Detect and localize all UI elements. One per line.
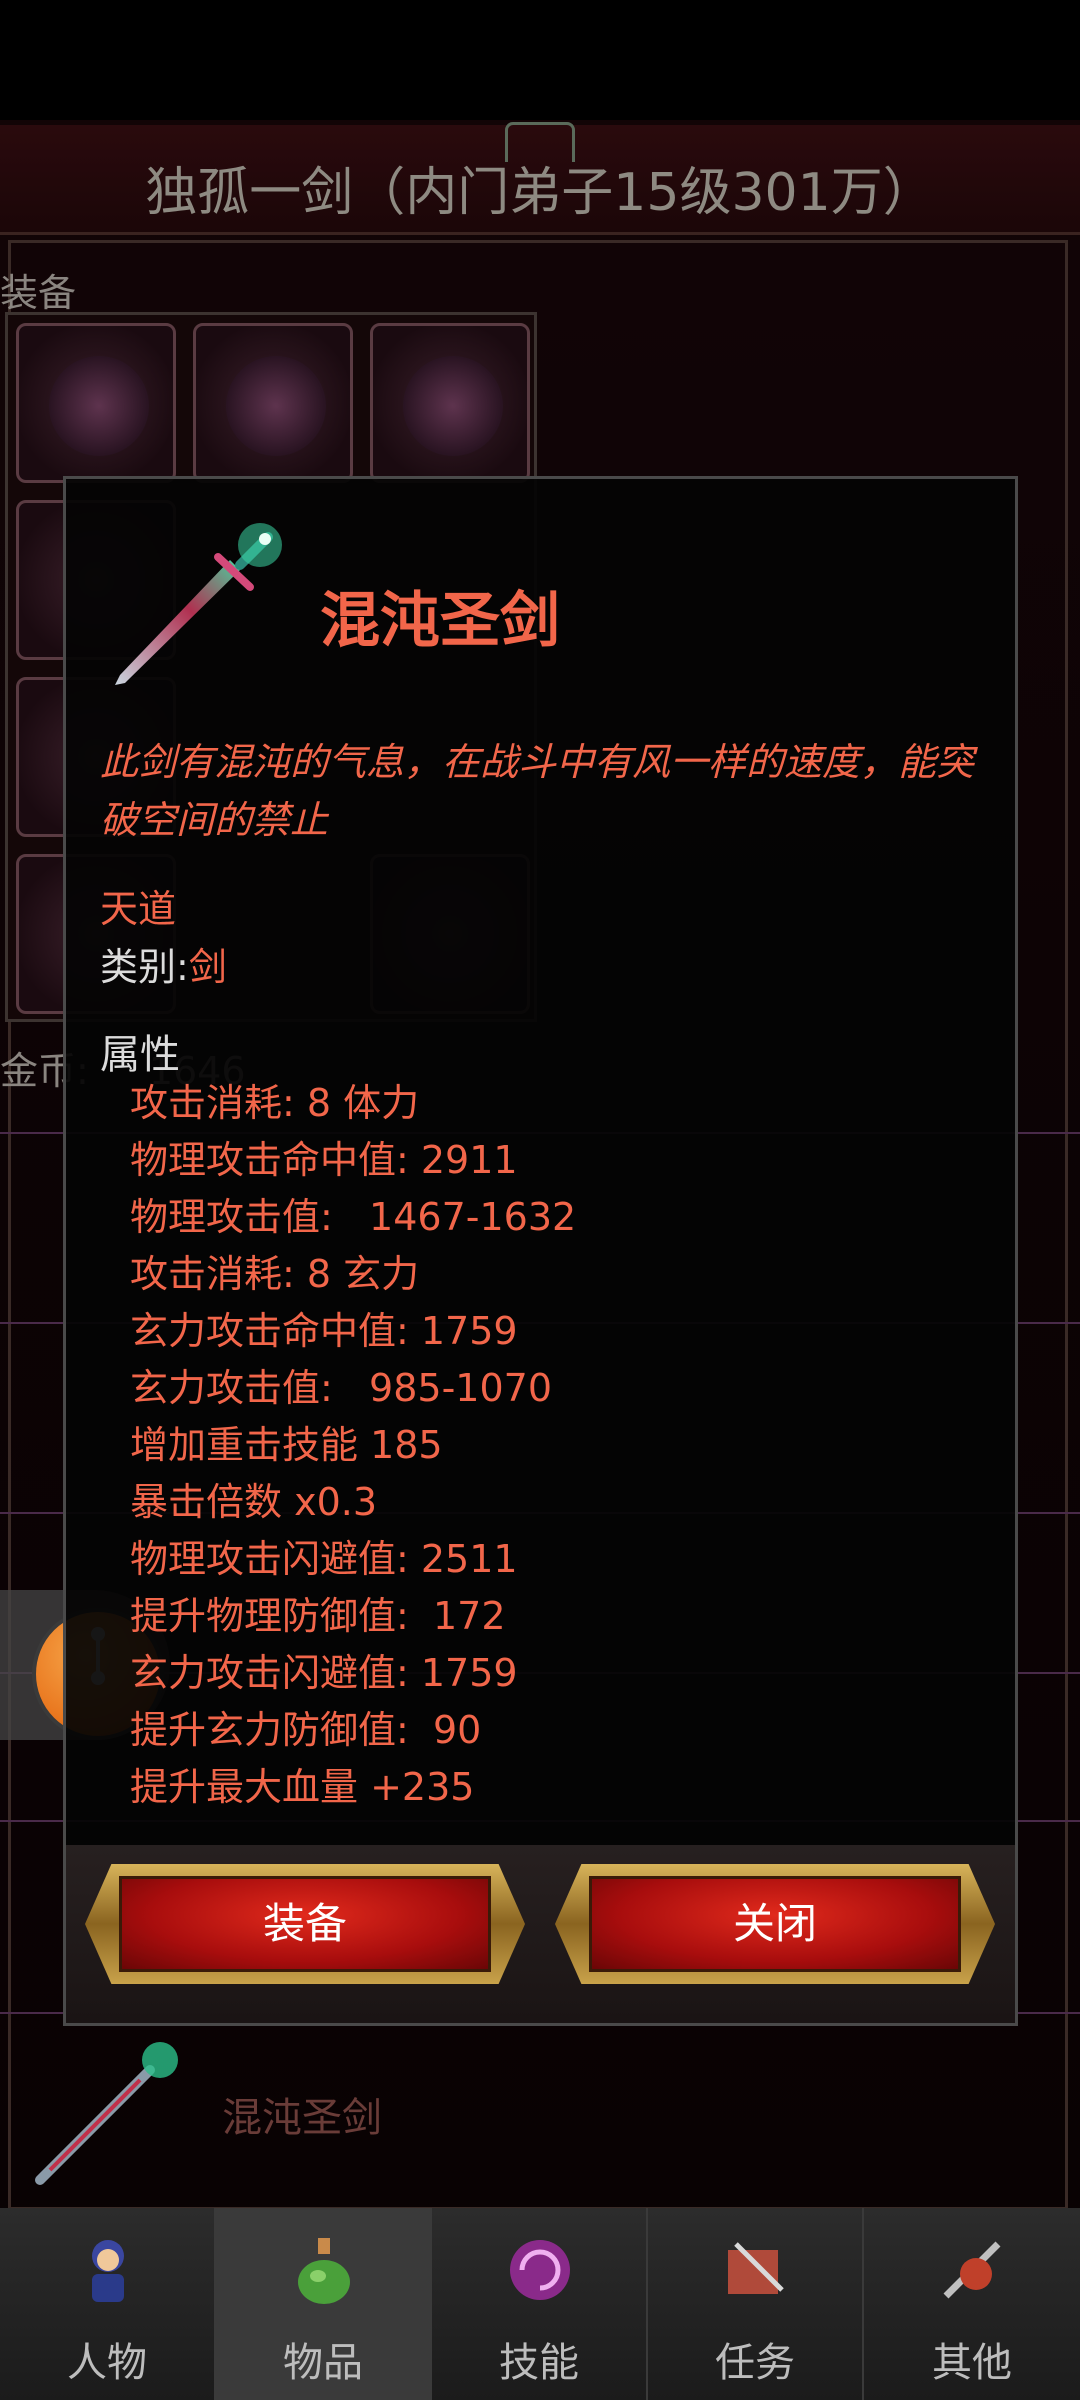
items-bag-icon bbox=[298, 2238, 350, 2304]
attribute-row: 提升玄力防御值: 90 bbox=[130, 1708, 482, 1752]
nav-label: 任务 bbox=[715, 2340, 795, 2386]
equipment-section-label: 装备 bbox=[0, 271, 77, 315]
close-button-label: 关闭 bbox=[732, 1899, 817, 1948]
chaos-sword-list-icon bbox=[35, 2042, 178, 2185]
bottom-navigation: 人物 物品 技能 任务 其他 bbox=[0, 2208, 1080, 2400]
nav-label: 技能 bbox=[499, 2340, 579, 2386]
nav-tab-skills[interactable]: 技能 bbox=[432, 2208, 648, 2400]
armor-icon bbox=[226, 356, 326, 456]
item-category: 类别:剑 bbox=[100, 936, 227, 991]
category-label: 类别: bbox=[100, 945, 189, 989]
attribute-row: 提升最大血量 +235 bbox=[130, 1765, 475, 1809]
attribute-row: 增加重击技能 185 bbox=[130, 1423, 443, 1467]
attribute-row: 攻击消耗: 8 玄力 bbox=[130, 1252, 420, 1296]
item-description: 此剑有混沌的气息，在战斗中有风一样的速度，能突破空间的禁止 bbox=[100, 740, 975, 842]
attribute-row: 物理攻击闪避值: 2511 bbox=[130, 1537, 518, 1581]
attribute-list: 攻击消耗: 8 体力 物理攻击命中值: 2911 物理攻击值: 1467-163… bbox=[130, 1075, 576, 1816]
attribute-row: 玄力攻击命中值: 1759 bbox=[130, 1309, 518, 1353]
quest-icon bbox=[728, 2242, 784, 2294]
skill-orb-icon bbox=[510, 2240, 570, 2300]
helmet-icon bbox=[49, 356, 149, 456]
nav-label: 其他 bbox=[932, 2340, 1012, 2386]
list-item-name[interactable]: 混沌圣剑 bbox=[222, 2085, 382, 2143]
equip-button[interactable]: 装备 bbox=[85, 1864, 525, 1984]
attribute-row: 物理攻击值: 1467-1632 bbox=[130, 1195, 577, 1239]
attributes-heading: 属性 bbox=[100, 1032, 180, 1078]
nav-tab-character[interactable]: 人物 bbox=[0, 2208, 216, 2400]
equip-slot-armor[interactable] bbox=[193, 323, 353, 483]
attribute-row: 物理攻击命中值: 2911 bbox=[130, 1138, 518, 1182]
cape-icon bbox=[403, 356, 503, 456]
attribute-row: 玄力攻击闪避值: 1759 bbox=[130, 1651, 518, 1695]
character-icon bbox=[92, 2240, 124, 2302]
attribute-row: 提升物理防御值: 172 bbox=[130, 1594, 506, 1638]
character-title: 独孤一剑（内门弟子15级301万） bbox=[145, 163, 935, 223]
status-bar bbox=[0, 0, 1080, 120]
other-icon bbox=[943, 2241, 1001, 2299]
attribute-row: 攻击消耗: 8 体力 bbox=[130, 1081, 420, 1125]
nav-tab-items[interactable]: 物品 bbox=[216, 2208, 432, 2400]
nav-tab-other[interactable]: 其他 bbox=[864, 2208, 1080, 2400]
attribute-row: 暴击倍数 x0.3 bbox=[130, 1480, 378, 1524]
item-tier: 天道 bbox=[100, 887, 177, 931]
nav-tab-quests[interactable]: 任务 bbox=[648, 2208, 864, 2400]
equip-slot-cape[interactable] bbox=[370, 323, 530, 483]
nav-label: 人物 bbox=[67, 2340, 147, 2386]
nav-label: 物品 bbox=[283, 2340, 363, 2386]
category-value: 剑 bbox=[188, 945, 227, 989]
attribute-row: 玄力攻击值: 985-1070 bbox=[130, 1366, 552, 1410]
chaos-sword-icon bbox=[115, 523, 282, 685]
equip-slot-helmet[interactable] bbox=[16, 323, 176, 483]
item-name: 混沌圣剑 bbox=[320, 586, 560, 656]
equip-button-label: 装备 bbox=[262, 1899, 347, 1948]
close-button[interactable]: 关闭 bbox=[555, 1864, 995, 1984]
